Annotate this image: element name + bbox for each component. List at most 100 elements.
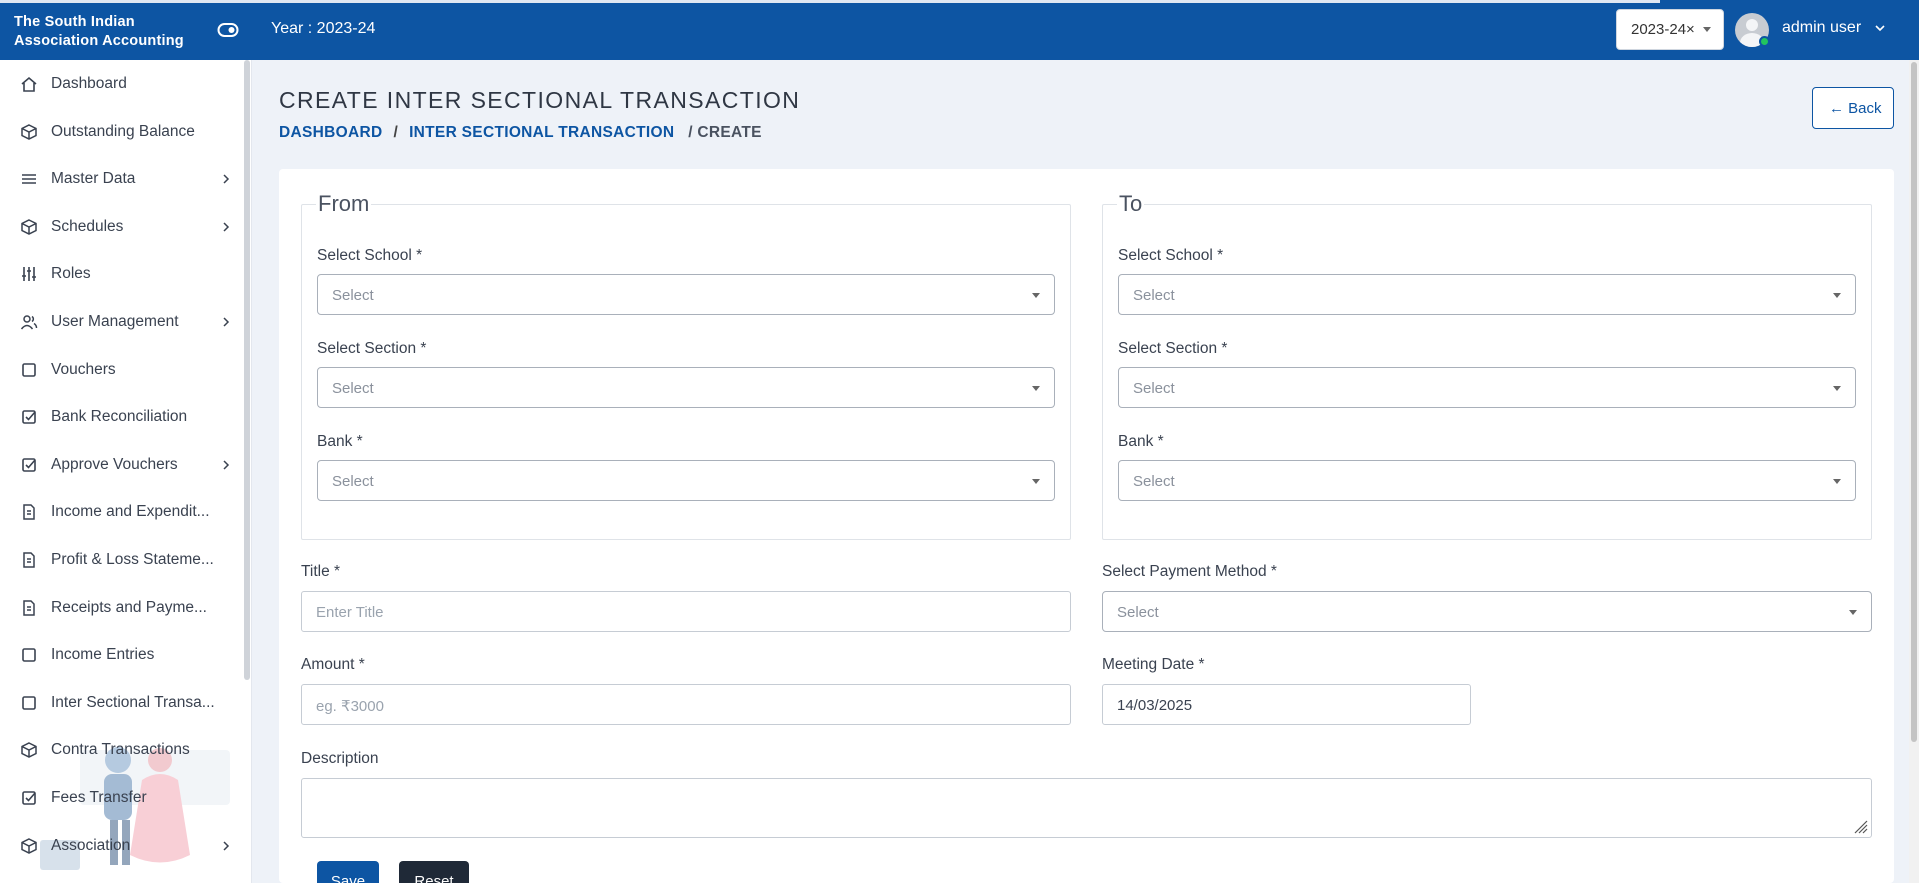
- document-icon: [23, 504, 35, 521]
- meeting-date-label: Meeting Date *: [1102, 656, 1205, 673]
- sidebar-scrollbar[interactable]: [244, 60, 250, 680]
- sidebar-item-master-data[interactable]: Master Data: [0, 159, 240, 199]
- sidebar-item-label: Contra Transactions: [51, 741, 190, 759]
- back-button[interactable]: ← Back: [1812, 87, 1894, 129]
- sidebar-item-vouchers[interactable]: Vouchers: [0, 350, 240, 390]
- from-bank-select[interactable]: Select: [317, 460, 1055, 501]
- sidebar-item-label: Income Entries: [51, 646, 155, 664]
- cube-icon: [21, 837, 37, 854]
- square-icon: [22, 362, 36, 377]
- title-label: Title *: [301, 563, 341, 580]
- to-bank-select[interactable]: Select: [1118, 460, 1856, 501]
- sidebar-item-label: Bank Reconciliation: [51, 408, 188, 426]
- online-status-dot: [1759, 36, 1770, 47]
- from-bank-select-value: Select: [332, 473, 374, 490]
- caret-down-icon: [1703, 27, 1711, 32]
- chevron-right-icon: [223, 317, 230, 327]
- from-section-select-value: Select: [332, 380, 374, 397]
- year-select[interactable]: 2023-24×: [1616, 9, 1724, 50]
- sidebar-item-bank-reconciliation[interactable]: Bank Reconciliation: [0, 397, 240, 437]
- from-legend: From: [318, 191, 370, 216]
- cube-icon: [21, 218, 37, 235]
- sidebar-item-label: Fees Transfer: [51, 789, 147, 806]
- chevron-right-icon: [223, 222, 230, 232]
- sidebar-item-label: Association: [51, 836, 131, 854]
- to-school-select-value: Select: [1133, 287, 1175, 304]
- caret-down-icon: [1833, 386, 1841, 391]
- description-label: Description: [301, 750, 379, 767]
- sidebar-item-label: Roles: [51, 265, 91, 283]
- payment-method-select[interactable]: Select: [1102, 591, 1872, 632]
- sidebar-item-profit-loss-stateme[interactable]: Profit & Loss Stateme...: [0, 540, 240, 580]
- chevron-right-icon: [223, 841, 230, 851]
- resize-handle-icon[interactable]: [1852, 818, 1868, 834]
- checkbox-icon: [22, 410, 36, 424]
- to-section-select[interactable]: Select: [1118, 367, 1856, 408]
- payment-method-select-value: Select: [1117, 604, 1159, 621]
- caret-down-icon: [1849, 610, 1857, 615]
- chevron-right-icon: [223, 174, 230, 184]
- sidebar-item-label: Profit & Loss Stateme...: [51, 551, 214, 568]
- chevron-right-icon: [223, 460, 230, 470]
- sidebar-item-approve-vouchers[interactable]: Approve Vouchers: [0, 445, 240, 485]
- sidebar-item-label: Master Data: [51, 170, 136, 188]
- to-section-label: Select Section *: [1118, 340, 1228, 357]
- amount-input[interactable]: eg. ₹3000: [301, 684, 1071, 725]
- sidebar-item-receipts-and-payme[interactable]: Receipts and Payme...: [0, 588, 240, 628]
- sidebar-item-roles[interactable]: Roles: [0, 254, 240, 294]
- sidebar-item-label: Inter Sectional Transa...: [51, 693, 215, 711]
- meeting-date-input[interactable]: 14/03/2025: [1102, 684, 1471, 725]
- sidebar-item-user-management[interactable]: User Management: [0, 302, 240, 342]
- sidebar-item-outstanding-balance[interactable]: Outstanding Balance: [0, 112, 240, 152]
- breadcrumb-inter-sectional-link[interactable]: INTER SECTIONAL TRANSACTION: [409, 124, 674, 141]
- page-title: CREATE INTER SECTIONAL TRANSACTION: [279, 87, 801, 113]
- sidebar-toggle-icon[interactable]: [217, 22, 239, 38]
- sidebar-item-label: Vouchers: [51, 360, 116, 378]
- year-select-value: 2023-24×: [1631, 21, 1695, 38]
- to-legend: To: [1119, 191, 1143, 216]
- from-section-label: Select Section *: [317, 340, 427, 357]
- sidebar-item-contra-transactions[interactable]: Contra Transactions: [0, 730, 240, 770]
- loading-progress-bar: [0, 0, 1660, 3]
- to-bank-label: Bank *: [1118, 433, 1164, 450]
- chevron-down-icon[interactable]: [1874, 22, 1886, 34]
- from-section-select[interactable]: Select: [317, 367, 1055, 408]
- breadcrumb-dashboard-link[interactable]: DASHBOARD: [279, 124, 382, 141]
- sidebar-item-association[interactable]: Association: [0, 826, 240, 866]
- sidebar-item-schedules[interactable]: Schedules: [0, 207, 240, 247]
- sidebar-item-label: Approve Vouchers: [51, 455, 178, 473]
- sidebar-item-fees-transfer[interactable]: Fees Transfer: [0, 778, 240, 818]
- sidebar-item-dashboard[interactable]: Dashboard: [0, 64, 240, 104]
- document-icon: [23, 552, 35, 568]
- save-button[interactable]: Save: [317, 861, 379, 883]
- from-bank-label: Bank *: [317, 433, 363, 450]
- form-card: From Select School * Select Select Secti…: [279, 169, 1894, 883]
- description-textarea[interactable]: [301, 778, 1872, 838]
- to-school-label: Select School *: [1118, 247, 1224, 264]
- user-menu-name[interactable]: admin user: [1782, 19, 1861, 37]
- sidebar-item-income-entries[interactable]: Income Entries: [0, 635, 240, 675]
- breadcrumb: DASHBOARD / INTER SECTIONAL TRANSACTION / …: [279, 124, 762, 142]
- sidebar-item-label: User Management: [51, 313, 179, 330]
- caret-down-icon: [1032, 293, 1040, 298]
- payment-method-label: Select Payment Method *: [1102, 563, 1277, 580]
- reset-button[interactable]: Reset: [399, 861, 469, 883]
- sidebar-item-label: Schedules: [51, 217, 124, 235]
- sidebar-item-label: Income and Expendit...: [51, 503, 210, 521]
- users-icon: [20, 315, 38, 330]
- caret-down-icon: [1833, 479, 1841, 484]
- page-scrollbar[interactable]: [1909, 60, 1919, 883]
- from-school-select[interactable]: Select: [317, 274, 1055, 315]
- square-icon: [22, 648, 36, 662]
- title-input[interactable]: Enter Title: [301, 591, 1071, 632]
- sidebar-item-income-and-expendit[interactable]: Income and Expendit...: [0, 492, 240, 532]
- list-icon: [22, 174, 36, 184]
- top-bar: The South Indian Association Accounting …: [0, 0, 1919, 60]
- sidebar-item-inter-sectional-transa[interactable]: Inter Sectional Transa...: [0, 683, 240, 723]
- to-section-select-value: Select: [1133, 380, 1175, 397]
- sidebar-item-label: Dashboard: [51, 75, 127, 92]
- checkbox-icon: [22, 457, 36, 472]
- cube-icon: [21, 742, 37, 759]
- to-school-select[interactable]: Select: [1118, 274, 1856, 315]
- sliders-icon: [22, 267, 36, 282]
